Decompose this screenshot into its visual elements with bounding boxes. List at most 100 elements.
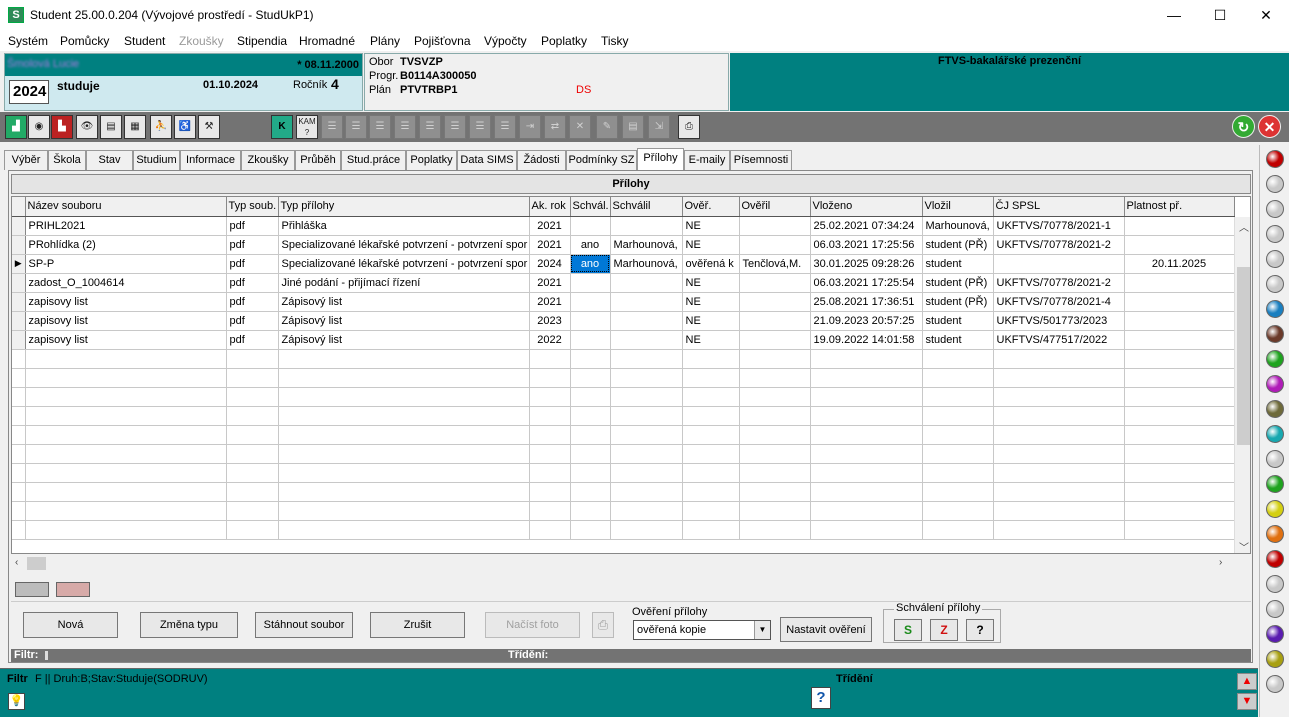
table-cell[interactable]: student xyxy=(922,254,994,274)
table-cell[interactable] xyxy=(1124,216,1235,236)
table-cell[interactable]: ano xyxy=(570,235,611,255)
arrow-down-icon[interactable]: ▼ xyxy=(1237,693,1257,710)
scroll-up-icon[interactable]: ︿ xyxy=(1239,219,1249,234)
table-cell[interactable] xyxy=(570,216,611,236)
help-icon[interactable]: ? xyxy=(811,687,831,709)
color-ball-icon[interactable] xyxy=(1266,550,1284,568)
table-cell[interactable]: Marhounová, xyxy=(922,216,994,236)
table-row[interactable]: zapisovy list pdf Zápisový list 2022 NE 19.09… xyxy=(12,330,1235,350)
table-cell[interactable]: pdf xyxy=(226,216,279,236)
table-cell[interactable]: UKFTVS/477517/2022 xyxy=(993,330,1125,350)
tab-zadosti[interactable]: Žádosti xyxy=(517,150,566,170)
tab-prilohy[interactable]: Přílohy xyxy=(637,148,684,170)
table-cell[interactable] xyxy=(610,311,683,331)
table-cell[interactable]: pdf xyxy=(226,254,279,274)
row-indicator[interactable] xyxy=(12,235,26,255)
col-typ-soub[interactable]: Typ soub. xyxy=(226,197,279,217)
kam-icon[interactable]: KAM ? xyxy=(296,115,318,139)
table-cell[interactable] xyxy=(993,254,1125,274)
table-cell[interactable]: UKFTVS/70778/2021-2 xyxy=(993,235,1125,255)
table-cell[interactable]: 06.03.2021 17:25:54 xyxy=(810,273,923,293)
table-cell[interactable]: 2021 xyxy=(529,292,571,312)
eye-icon[interactable]: 👁 xyxy=(76,115,98,139)
exit-icon[interactable]: ✕ xyxy=(1258,115,1281,138)
table-cell[interactable]: 25.02.2021 07:34:24 xyxy=(810,216,923,236)
horizontal-scrollbar[interactable]: ‹ › xyxy=(11,555,1231,572)
table-cell[interactable]: UKFTVS/501773/2023 xyxy=(993,311,1125,331)
table-cell[interactable]: ano xyxy=(570,254,611,274)
table-cell[interactable]: Specializované lékařské potvrzení - potv… xyxy=(278,235,530,255)
zamitnout-button[interactable]: Z xyxy=(930,619,958,641)
col-cj-spsl[interactable]: ČJ SPSL xyxy=(993,197,1125,217)
table-cell[interactable] xyxy=(570,273,611,293)
color-ball-icon[interactable] xyxy=(1266,225,1284,243)
menu-pojistovna[interactable]: Pojišťovna xyxy=(414,34,471,48)
table-cell[interactable]: 06.03.2021 17:25:56 xyxy=(810,235,923,255)
color-ball-icon[interactable] xyxy=(1266,525,1284,543)
table-cell[interactable]: Zápisový list xyxy=(278,292,530,312)
color-ball-icon[interactable] xyxy=(1266,250,1284,268)
chevron-down-icon[interactable]: ▼ xyxy=(754,621,770,639)
form-icon[interactable]: ▤ xyxy=(100,115,122,139)
color-ball-icon[interactable] xyxy=(1266,450,1284,468)
menu-pomucky[interactable]: Pomůcky xyxy=(60,34,109,48)
row-indicator[interactable] xyxy=(12,273,26,293)
col-vlozeno[interactable]: Vloženo xyxy=(810,197,923,217)
table-cell[interactable]: Marhounová, xyxy=(610,254,683,274)
color-ball-icon[interactable] xyxy=(1266,575,1284,593)
table-cell[interactable] xyxy=(1124,330,1235,350)
year-field[interactable]: 2024 xyxy=(9,80,49,104)
tab-skola[interactable]: Škola xyxy=(48,150,86,170)
table-row[interactable]: PRohlídka (2) pdf Specializované lékařské … xyxy=(12,235,1235,255)
tab-data-sims[interactable]: Data SIMS xyxy=(457,150,517,170)
table-cell[interactable]: zapisovy list xyxy=(25,292,227,312)
col-overil[interactable]: Ověřil xyxy=(739,197,811,217)
k-icon[interactable]: K xyxy=(271,115,293,139)
table-cell[interactable] xyxy=(739,273,811,293)
table-cell[interactable] xyxy=(739,292,811,312)
color-ball-icon[interactable] xyxy=(1266,625,1284,643)
tab-poplatky[interactable]: Poplatky xyxy=(406,150,457,170)
table-cell[interactable]: student (PŘ) xyxy=(922,235,994,255)
menu-hromadne[interactable]: Hromadné xyxy=(299,34,355,48)
horizontal-scroll-thumb[interactable] xyxy=(27,557,46,570)
menu-poplatky[interactable]: Poplatky xyxy=(541,34,587,48)
table-cell[interactable]: student xyxy=(922,311,994,331)
table-cell[interactable]: Specializované lékařské potvrzení - potv… xyxy=(278,254,530,274)
tab-zkousky[interactable]: Zkoušky xyxy=(241,150,295,170)
table-cell[interactable]: Tenčlová,M. xyxy=(739,254,811,274)
col-vlozil[interactable]: Vložil xyxy=(922,197,994,217)
table-cell[interactable]: Jiné podání - přijímací řízení xyxy=(278,273,530,293)
overeni-select[interactable]: ověřená kopie ▼ xyxy=(633,620,771,640)
menu-vypocty[interactable]: Výpočty xyxy=(484,34,527,48)
table-cell[interactable] xyxy=(570,292,611,312)
color-ball-icon[interactable] xyxy=(1266,275,1284,293)
table-cell[interactable]: PRIHL2021 xyxy=(25,216,227,236)
color-ball-icon[interactable] xyxy=(1266,650,1284,668)
row-indicator[interactable] xyxy=(12,311,26,331)
table-cell[interactable] xyxy=(1124,235,1235,255)
table-cell[interactable]: 21.09.2023 20:57:25 xyxy=(810,311,923,331)
record-icon[interactable]: ◉ xyxy=(28,115,50,139)
tab-pisemnosti[interactable]: Písemnosti xyxy=(730,150,792,170)
tab-vyber[interactable]: Výběr xyxy=(4,150,48,170)
table-cell[interactable]: student (PŘ) xyxy=(922,273,994,293)
print-icon[interactable]: ⎙ xyxy=(678,115,700,139)
nova-button[interactable]: Nová xyxy=(23,612,118,638)
color-ball-icon[interactable] xyxy=(1266,325,1284,343)
color-ball-icon[interactable] xyxy=(1266,425,1284,443)
table-cell[interactable] xyxy=(610,216,683,236)
scroll-left-icon[interactable]: ‹ xyxy=(15,557,18,568)
color-ball-icon[interactable] xyxy=(1266,475,1284,493)
tab-stav[interactable]: Stav xyxy=(86,150,133,170)
table-cell[interactable] xyxy=(739,311,811,331)
table-cell[interactable]: zapisovy list xyxy=(25,330,227,350)
color-ball-icon[interactable] xyxy=(1266,300,1284,318)
row-indicator[interactable] xyxy=(12,292,26,312)
tab-studium[interactable]: Studium xyxy=(133,150,180,170)
menu-tisky[interactable]: Tisky xyxy=(601,34,629,48)
table-cell[interactable]: NE xyxy=(682,216,740,236)
table-cell[interactable]: zapisovy list xyxy=(25,311,227,331)
table-cell[interactable] xyxy=(570,330,611,350)
col-nazev-souboru[interactable]: Název souboru xyxy=(25,197,227,217)
